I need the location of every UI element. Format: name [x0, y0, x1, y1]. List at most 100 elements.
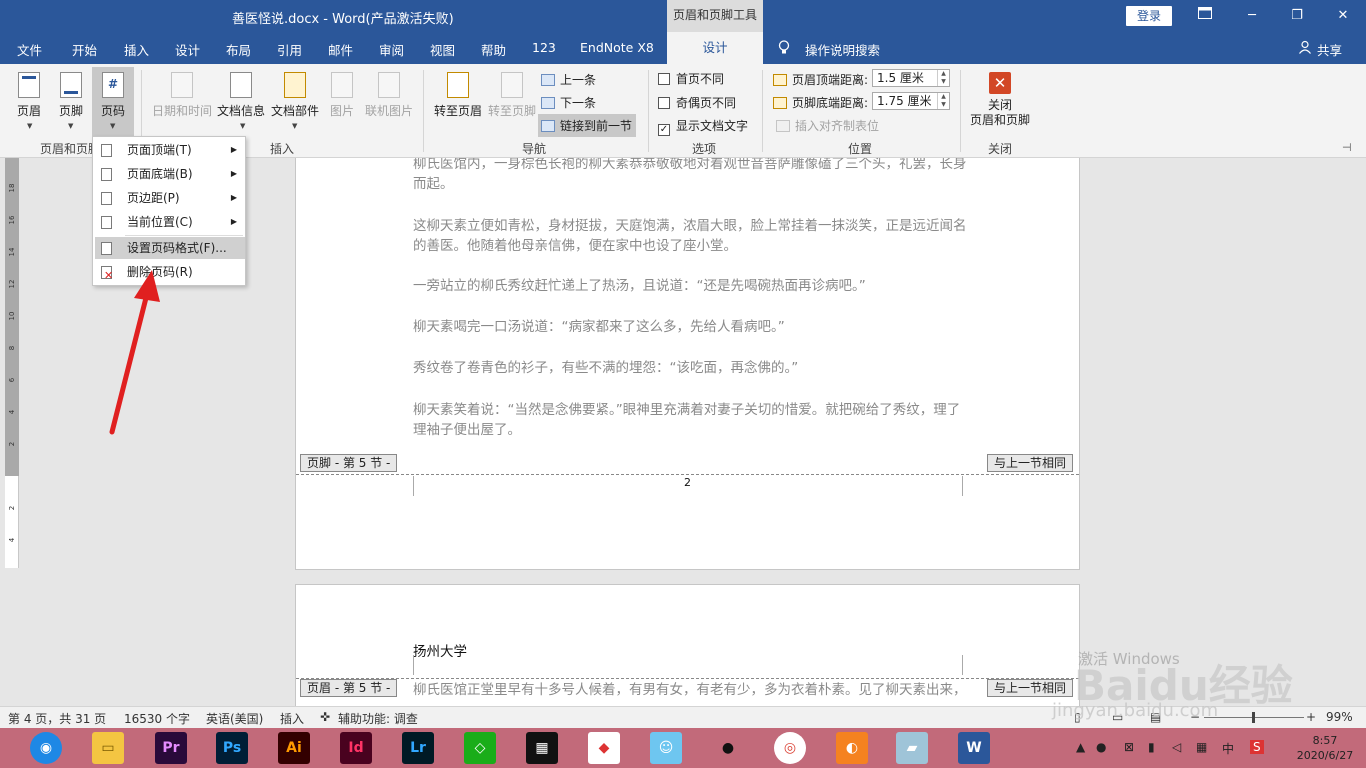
footer-bottom-label: 页脚底端距离: [773, 94, 868, 111]
up-arrow-icon [541, 74, 555, 86]
battery-icon[interactable]: ▮ [1148, 740, 1155, 754]
menu-item-format-page-numbers[interactable]: 设置页码格式(F)... [95, 237, 245, 259]
body-paragraph[interactable]: 柳氏医馆正堂里早有十多号人候着，有男有女，有老有少，多为衣着朴素。见了柳天素出来… [413, 680, 973, 700]
close-header-footer-button[interactable]: ✕ 关闭 页眉和页脚 [967, 72, 1033, 128]
group-label-navigation: 导航 [522, 142, 547, 156]
file-explorer-icon[interactable]: ▭ [92, 732, 124, 764]
chrome-app-icon[interactable]: ◎ [774, 732, 806, 764]
tab-design-doc[interactable]: 设计 [175, 40, 200, 59]
chevron-down-icon: ▼ [68, 122, 74, 130]
photoshop-app-icon[interactable]: Ps [216, 732, 248, 764]
green-app-icon[interactable]: ◇ [464, 732, 496, 764]
collapse-ribbon-icon[interactable]: ⊣ [1342, 141, 1352, 154]
group-label-header-footer: 页眉和页脚 [40, 142, 101, 156]
date-time-button[interactable]: 日期和时间 [151, 72, 213, 119]
tell-me-search[interactable]: 操作说明搜索 [805, 40, 880, 59]
header-button[interactable]: 页眉 [14, 72, 44, 119]
accessibility-status[interactable]: 辅助功能: 调查 [338, 710, 418, 727]
notebook-app-icon[interactable]: ▰ [896, 732, 928, 764]
online-picture-button[interactable]: 联机图片 [364, 72, 414, 119]
lightroom-app-icon[interactable]: Lr [402, 732, 434, 764]
spinner-arrows-icon[interactable]: ▲ ▼ [937, 70, 949, 86]
qq-tray-icon[interactable]: ● [1096, 740, 1106, 754]
menu-item-page-margins[interactable]: 页边距(P) ▶ [95, 187, 245, 209]
footer-button[interactable]: 页脚 [56, 72, 86, 119]
spinner-arrows-icon[interactable]: ▲ ▼ [937, 93, 949, 109]
link-to-previous-button[interactable]: 链接到前一节 [538, 114, 637, 137]
share-button[interactable]: 共享 [1317, 40, 1342, 59]
prev-button[interactable]: 上一条 [541, 71, 596, 88]
goto-header-button[interactable]: 转至页眉 [432, 72, 484, 119]
language[interactable]: 英语(美国) [206, 710, 263, 727]
tab-file[interactable]: 文件 [17, 40, 42, 59]
different-odd-even-checkbox[interactable]: 奇偶页不同 [658, 94, 736, 111]
body-paragraph[interactable]: 这柳天素立便如青松，身材挺拔，天庭饱满，浓眉大眼，脸上常挂着一抹淡笑，正是远近闻… [413, 216, 973, 256]
person-icon [1298, 40, 1312, 57]
tab-insert[interactable]: 插入 [124, 40, 149, 59]
footer-page-number[interactable]: 2 [684, 476, 691, 489]
next-button[interactable]: 下一条 [541, 94, 596, 111]
tab-endnote[interactable]: EndNote X8 [580, 40, 654, 55]
tab-design[interactable]: 设计 [667, 32, 763, 64]
picture-button[interactable]: 图片 [327, 72, 357, 119]
browser-app-icon[interactable]: ◉ [30, 732, 62, 764]
tab-review[interactable]: 审阅 [379, 40, 404, 59]
word-count[interactable]: 16530 个字 [124, 710, 190, 727]
menu-item-current-position[interactable]: 当前位置(C) ▶ [95, 211, 245, 233]
speaker-icon[interactable]: ◁ [1172, 740, 1181, 754]
orange-app-icon[interactable]: ◐ [836, 732, 868, 764]
footer-bottom-spinner[interactable]: 1.75 厘米 ▲ ▼ [872, 92, 950, 110]
body-paragraph[interactable]: 柳天素笑着说：“当然是念佛要紧。”眼神里充满着对妻子关切的惜爱。就把碗给了秀纹，… [413, 400, 973, 440]
show-document-text-checkbox[interactable]: ✓ 显示文档文字 [658, 117, 748, 136]
minimize-button[interactable]: ─ [1242, 6, 1262, 26]
red-app-icon[interactable]: ◆ [588, 732, 620, 764]
header-footer-tools-label: 页眉和页脚工具 [667, 0, 763, 32]
chevron-right-icon: ▶ [230, 169, 237, 178]
illustrator-app-icon[interactable]: Ai [278, 732, 310, 764]
document-title: 善医怪说.docx - Word(产品激活失败) [232, 12, 454, 27]
body-paragraph[interactable]: 一旁站立的柳氏秀纹赶忙递上了热汤，且说道：“还是先喝碗热面再诊病吧。” [413, 276, 973, 296]
system-clock[interactable]: 8:57 2020/6/27 [1295, 733, 1355, 763]
tray-chevron-icon[interactable]: ▲ [1076, 740, 1085, 754]
tab-view[interactable]: 视图 [430, 40, 455, 59]
ribbon-tabs: 文件 开始 插入 设计 布局 引用 邮件 审阅 视图 帮助 123 EndNot… [0, 32, 1366, 64]
login-button[interactable]: 登录 [1126, 6, 1172, 26]
tab-home[interactable]: 开始 [72, 40, 97, 59]
video-editor-icon[interactable]: ▦ [526, 732, 558, 764]
tab-123[interactable]: 123 [532, 40, 556, 55]
tab-help[interactable]: 帮助 [481, 40, 506, 59]
body-paragraph[interactable]: 柳氏医馆内，一身棕色长袍的柳大素恭恭敬敬地对着观世音菩萨雕像磕了三个头，礼罢，长… [413, 158, 973, 194]
insert-mode[interactable]: 插入 [280, 710, 304, 727]
close-window-button[interactable]: ✕ [1333, 6, 1353, 26]
tab-mailings[interactable]: 邮件 [328, 40, 353, 59]
different-first-page-checkbox[interactable]: 首页不同 [658, 70, 724, 87]
sogou-ime-icon[interactable]: S [1250, 740, 1264, 754]
ime-language[interactable]: 中 [1222, 740, 1234, 757]
menu-item-bottom-of-page[interactable]: 页面底端(B) ▶ [95, 163, 245, 185]
header-top-spinner[interactable]: 1.5 厘米 ▲ ▼ [872, 69, 950, 87]
header-text[interactable]: 扬州大学 [413, 640, 467, 660]
chevron-right-icon: ▶ [230, 193, 237, 202]
body-paragraph[interactable]: 柳天素喝完一口汤说道：“病家都来了这么多，先给人看病吧。” [413, 317, 973, 337]
doc-parts-button[interactable]: 文档部件 [270, 72, 320, 119]
tab-references[interactable]: 引用 [277, 40, 302, 59]
indesign-app-icon[interactable]: Id [340, 732, 372, 764]
tab-layout[interactable]: 布局 [226, 40, 251, 59]
keyboard-icon[interactable]: ▦ [1196, 740, 1207, 754]
page-count[interactable]: 第 4 页，共 31 页 [8, 710, 106, 727]
menu-item-top-of-page[interactable]: 页面顶端(T) ▶ [95, 139, 245, 161]
insert-align-tab-button[interactable]: 插入对齐制表位 [776, 117, 879, 134]
taskbar: ◉ ▭ Pr Ps Ai Id Lr ◇ ▦ ◆ ☺ ● ◎ ◐ ▰ W ▲ ●… [0, 728, 1366, 768]
chat-bubble-icon[interactable]: ☺ [650, 732, 682, 764]
picture-icon [331, 72, 353, 98]
body-paragraph[interactable]: 秀纹卷了卷青色的衫子，有些不满的埋怨：“该吃面，再念佛的。” [413, 358, 973, 378]
word-app-icon[interactable]: W [958, 732, 990, 764]
ribbon-display-icon[interactable] [1195, 6, 1215, 26]
network-icon[interactable]: ⊠ [1124, 740, 1134, 754]
restore-button[interactable]: ❐ [1287, 6, 1307, 26]
qq-app-icon[interactable]: ● [712, 732, 744, 764]
goto-footer-button[interactable]: 转至页脚 [486, 72, 538, 119]
page-margin-icon [101, 192, 112, 205]
premiere-app-icon[interactable]: Pr [155, 732, 187, 764]
doc-info-button[interactable]: 文档信息 [216, 72, 266, 119]
